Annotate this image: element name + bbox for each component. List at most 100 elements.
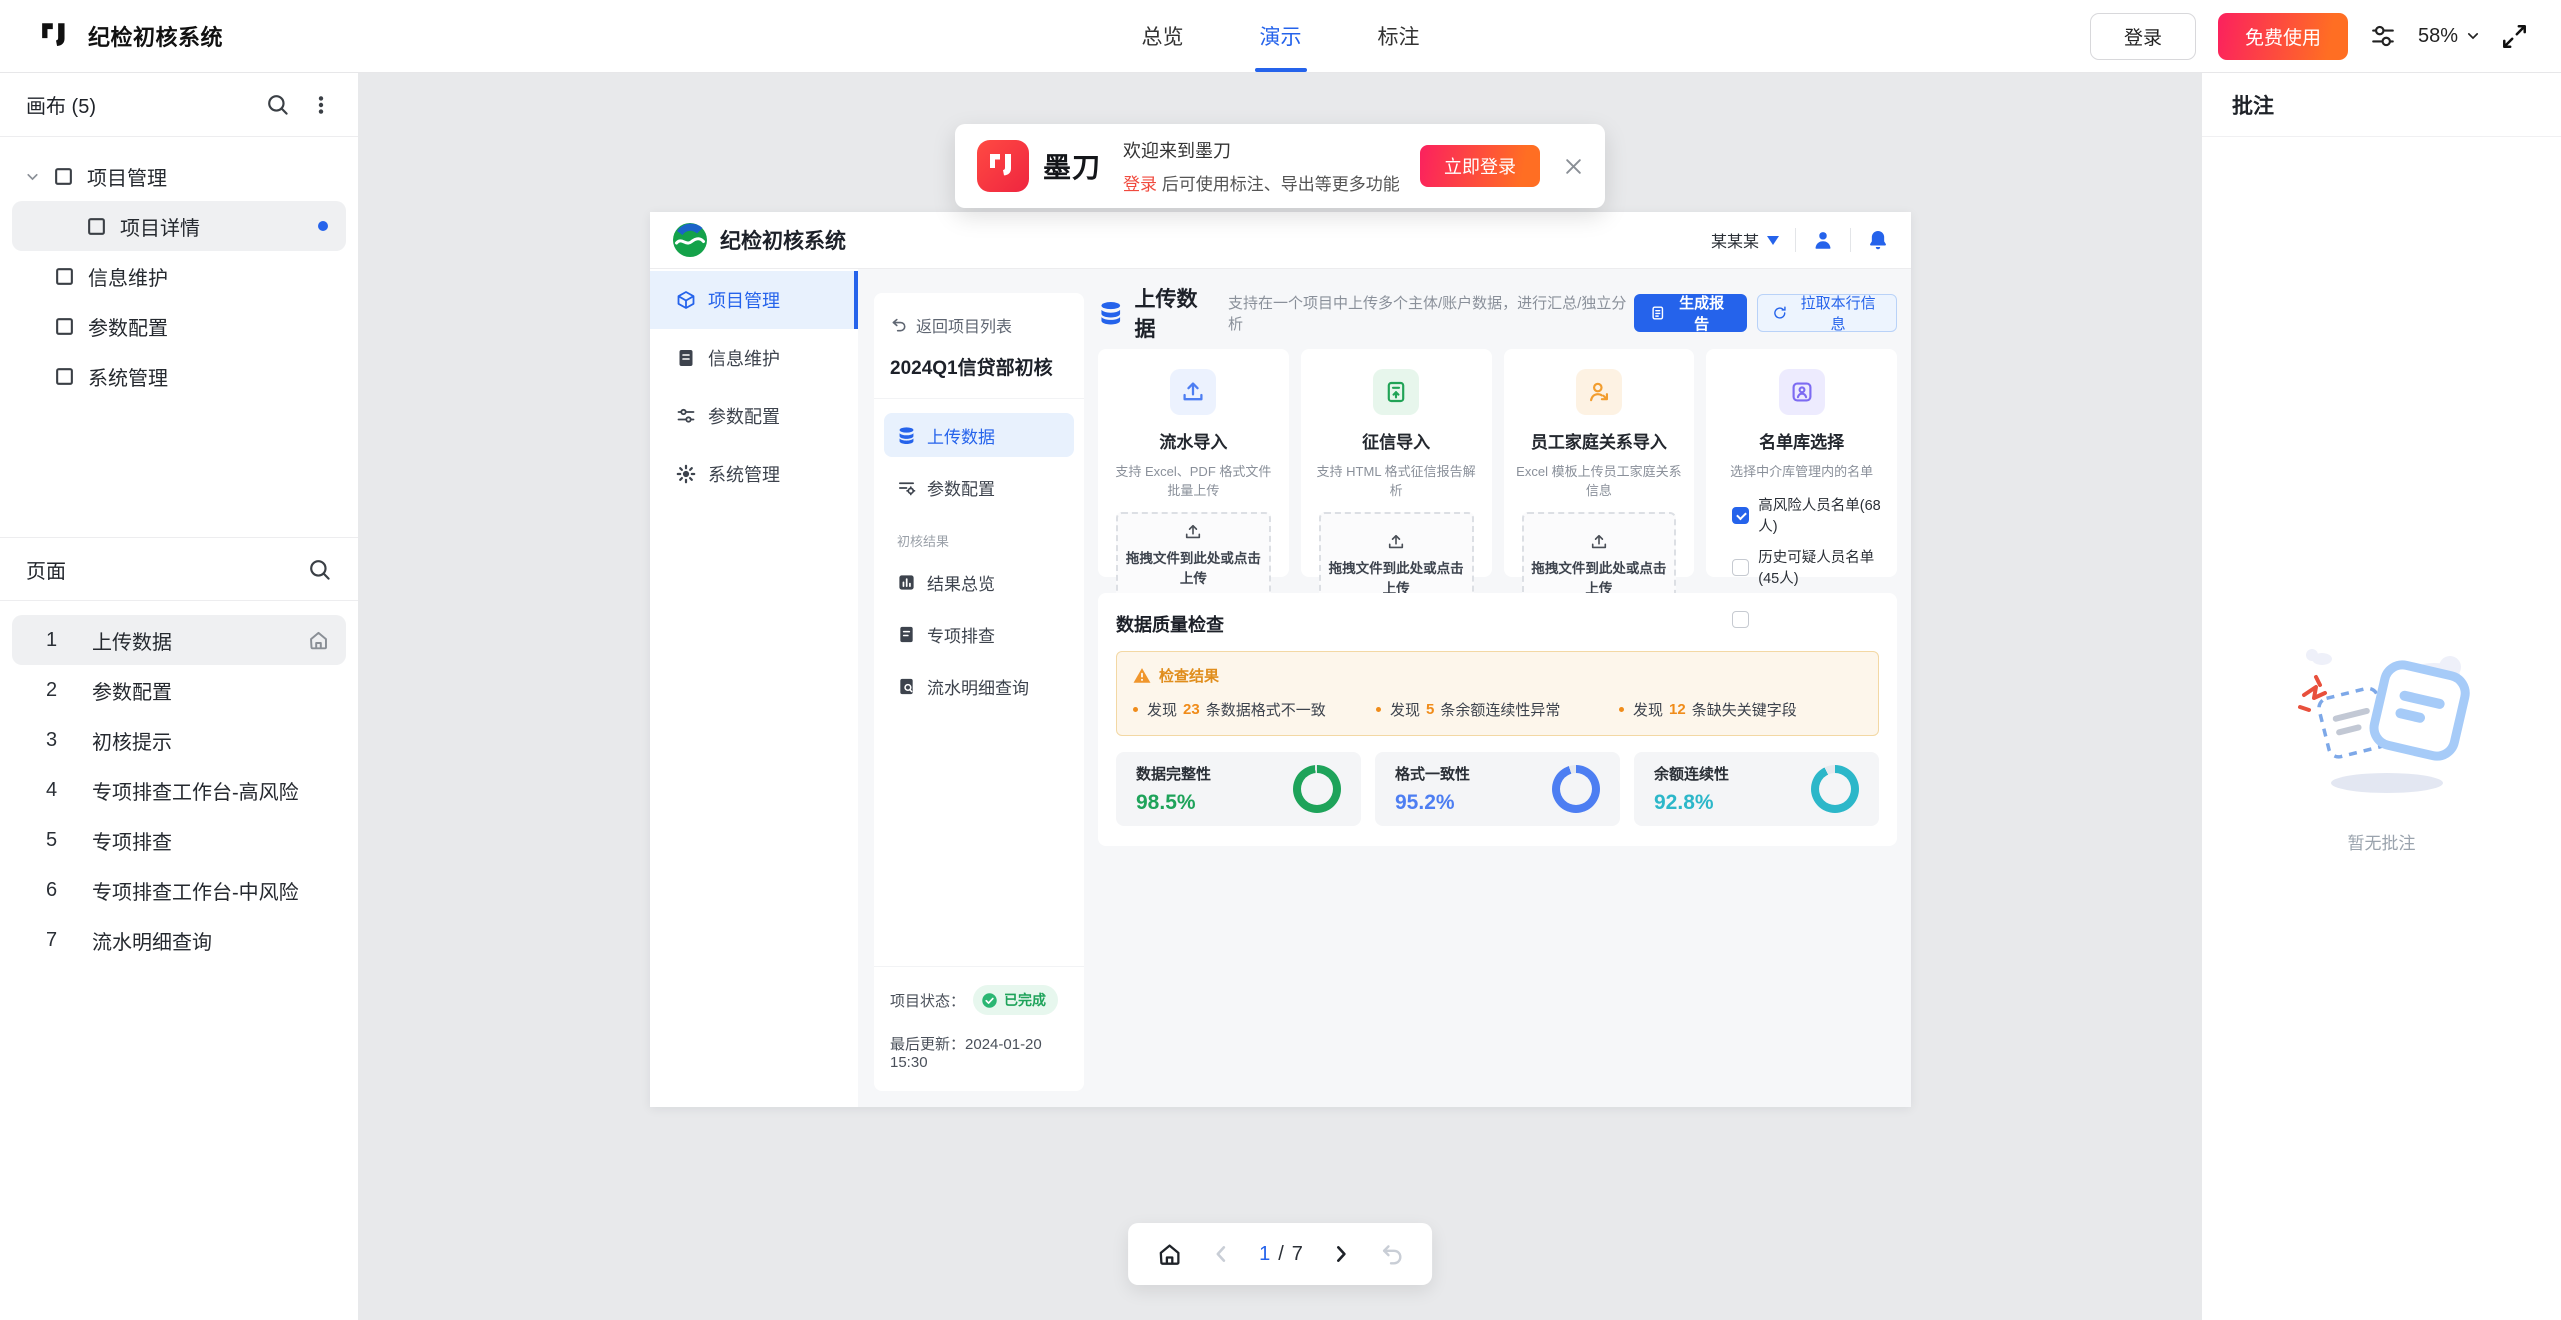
canvas-item-project-management[interactable]: 项目管理: [12, 151, 346, 201]
nav-parameter-config[interactable]: 参数配置: [650, 387, 858, 445]
settings-sliders-icon[interactable]: [2370, 23, 2396, 49]
pull-bank-info-button[interactable]: 拉取本行信息: [1757, 294, 1897, 332]
tab-annotate[interactable]: 标注: [1378, 0, 1420, 72]
frame-icon: [54, 366, 75, 387]
page-label: 专项排查: [92, 826, 172, 855]
annotation-empty-state: 暂无批注: [2202, 641, 2561, 854]
profile-icon[interactable]: [1812, 229, 1834, 251]
id-card-icon: [1779, 369, 1825, 415]
user-menu[interactable]: 某某某: [1711, 228, 1779, 252]
zoom-control[interactable]: 58%: [2418, 25, 2480, 48]
canvas-item-project-detail[interactable]: 项目详情: [12, 201, 346, 251]
checkbox[interactable]: [1732, 507, 1749, 524]
sidebar-item-results-overview[interactable]: 结果总览: [884, 560, 1074, 604]
canvas-tree: 项目管理 项目详情 信息维护 参数配置 系统管理: [0, 137, 358, 407]
sidebar-item-upload-data[interactable]: 上传数据: [884, 413, 1074, 457]
option-high-risk-list[interactable]: 高风险人员名单(68人): [1732, 494, 1881, 536]
current-page: 1: [1259, 1243, 1270, 1266]
canvas-more-icon[interactable]: [310, 94, 332, 116]
cube-icon: [676, 290, 696, 310]
empty-notes-illustration: [2282, 641, 2482, 799]
card-desc: Excel 模板上传员工家庭关系信息: [1516, 461, 1683, 499]
next-page-icon[interactable]: [1330, 1243, 1352, 1265]
page-item-2[interactable]: 2 参数配置: [12, 665, 346, 715]
system-logo-icon: [672, 222, 708, 258]
data-quality-section: 数据质量检查 检查结果 发现 23 条: [1098, 593, 1897, 846]
notifications-bell-icon[interactable]: [1867, 229, 1889, 251]
quality-title: 数据质量检查: [1116, 611, 1879, 637]
zoom-level: 58%: [2418, 25, 2458, 48]
divider: [1850, 228, 1851, 252]
checkbox[interactable]: [1732, 611, 1749, 628]
canvas-item-parameter-config[interactable]: 参数配置: [12, 301, 346, 351]
document-search-icon: [897, 677, 916, 696]
banner-title: 欢迎来到墨刀: [1123, 137, 1400, 163]
home-icon[interactable]: [1156, 1241, 1183, 1268]
fullscreen-icon[interactable]: [2502, 24, 2527, 49]
upload-card-family-relations: 员工家庭关系导入 Excel 模板上传员工家庭关系信息 拖拽文件到此处或点击上传…: [1504, 349, 1695, 577]
nav-project-management[interactable]: 项目管理: [650, 271, 858, 329]
mockingbot-logo-icon: [977, 140, 1029, 192]
tab-overview[interactable]: 总览: [1142, 0, 1184, 72]
sidebar-item-parameter-config[interactable]: 参数配置: [884, 465, 1074, 509]
sync-pull-icon: [1772, 305, 1788, 321]
annotation-panel: 批注 暂无批注: [2202, 73, 2561, 1320]
close-icon[interactable]: [1564, 157, 1583, 176]
free-use-button[interactable]: 免费使用: [2218, 13, 2348, 60]
page-item-1[interactable]: 1 上传数据: [12, 615, 346, 665]
tab-present[interactable]: 演示: [1260, 0, 1302, 72]
consistency-donut: [1552, 765, 1600, 813]
nav-label: 项目管理: [708, 287, 780, 313]
login-now-button[interactable]: 立即登录: [1420, 145, 1540, 187]
page-label: 参数配置: [92, 676, 172, 705]
finding-balance-anomaly: 发现 5 条余额连续性异常: [1376, 699, 1619, 720]
report-icon: [1650, 305, 1666, 321]
finding-missing-fields: 发现 12 条缺失关键字段: [1619, 699, 1862, 720]
nav-info-maintenance[interactable]: 信息维护: [650, 329, 858, 387]
warning-icon: [1133, 667, 1151, 684]
restart-icon[interactable]: [1379, 1242, 1404, 1267]
preview-header: 纪检初核系统 某某某: [650, 212, 1911, 269]
sidebar-item-transaction-query[interactable]: 流水明细查询: [884, 664, 1074, 708]
nav-label: 信息维护: [708, 345, 780, 371]
presentation-pager: 1 / 7: [1128, 1223, 1432, 1285]
frame-icon: [54, 266, 75, 287]
nav-system-management[interactable]: 系统管理: [650, 445, 858, 503]
tree-expander-icon[interactable]: [24, 168, 41, 185]
upload-icon: [1528, 533, 1671, 551]
sidebar-item-special-check[interactable]: 专项排查: [884, 612, 1074, 656]
tree-item-label: 参数配置: [88, 312, 168, 341]
pages-search-icon[interactable]: [307, 557, 332, 582]
login-button[interactable]: 登录: [2090, 13, 2196, 60]
page-label: 初核提示: [92, 726, 172, 755]
option-historical-suspicious-list[interactable]: 历史可疑人员名单(45人): [1732, 546, 1881, 588]
back-label: 返回项目列表: [916, 313, 1012, 337]
canvas-search-icon[interactable]: [265, 92, 290, 117]
page-item-7[interactable]: 7 流水明细查询: [12, 915, 346, 965]
generate-report-button[interactable]: 生成报告: [1634, 294, 1747, 332]
page-item-3[interactable]: 3 初核提示: [12, 715, 346, 765]
bar-chart-icon: [897, 573, 916, 592]
card-desc: 支持 Excel、PDF 格式文件批量上传: [1110, 461, 1277, 499]
status-badge: 已完成: [973, 985, 1058, 1015]
banner-login-link[interactable]: 登录: [1123, 175, 1157, 194]
prev-page-icon[interactable]: [1210, 1243, 1232, 1265]
canvas-item-system-management[interactable]: 系统管理: [12, 351, 346, 401]
canvas-panel: 画布 (5) 项目管理 项目详情: [0, 73, 358, 1320]
checkbox[interactable]: [1732, 559, 1749, 576]
card-title: 员工家庭关系导入: [1516, 428, 1683, 453]
page-item-4[interactable]: 4 专项排查工作台-高风险: [12, 765, 346, 815]
check-circle-icon: [981, 992, 998, 1009]
option-label: 历史可疑人员名单(45人): [1758, 546, 1881, 588]
page-number: 3: [46, 729, 68, 752]
page-item-6[interactable]: 6 专项排查工作台-中风险: [12, 865, 346, 915]
page-item-5[interactable]: 5 专项排查: [12, 815, 346, 865]
app-topbar: 纪检初核系统 总览 演示 标注 登录 免费使用 58%: [0, 0, 2561, 73]
check-results-title: 检查结果: [1159, 665, 1219, 686]
nav-label: 系统管理: [708, 461, 780, 487]
back-to-projects-link[interactable]: 返回项目列表: [890, 313, 1068, 337]
canvas-panel-title: 画布 (5): [26, 90, 96, 119]
canvas-item-info-maintenance[interactable]: 信息维护: [12, 251, 346, 301]
tree-item-label: 系统管理: [88, 362, 168, 391]
page-description: 支持在一个项目中上传多个主体/账户数据，进行汇总/独立分析: [1228, 292, 1634, 334]
